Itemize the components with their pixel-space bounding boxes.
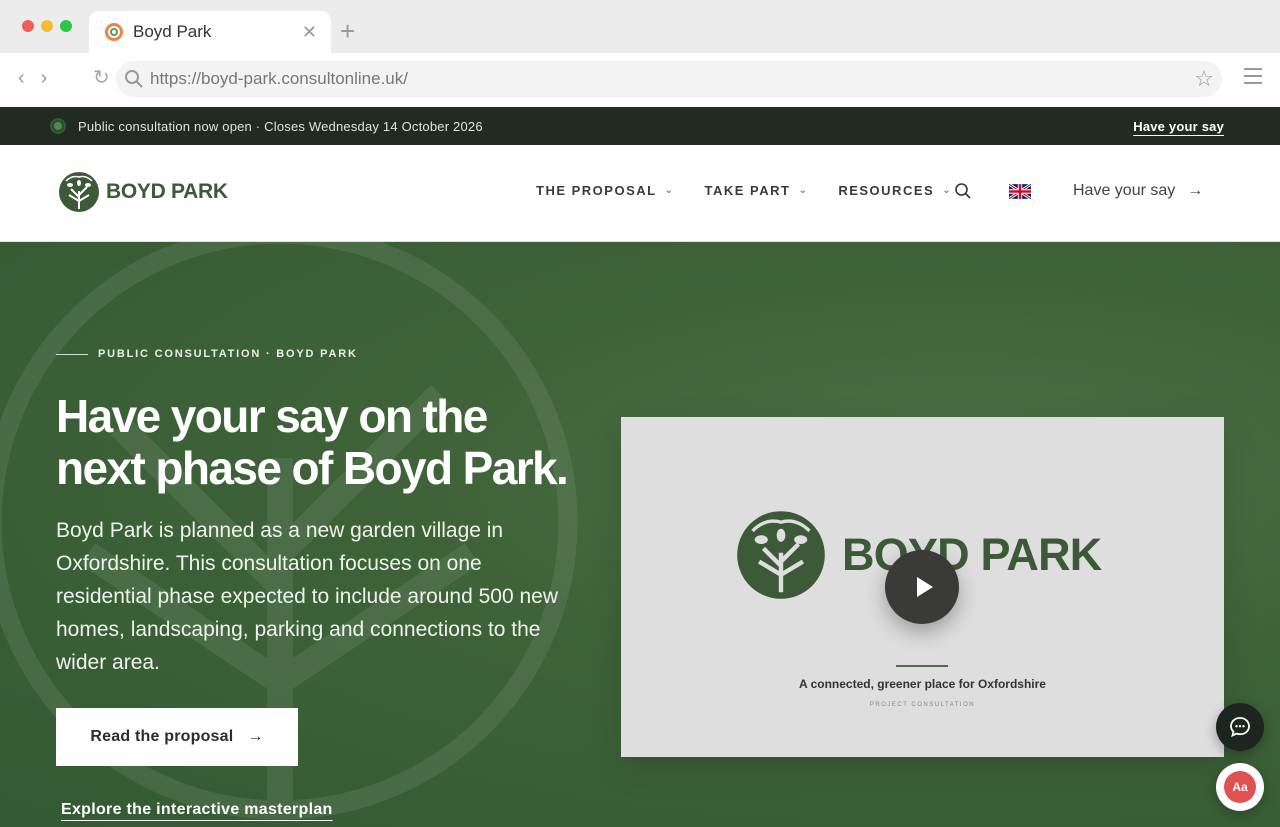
close-tab-icon[interactable]: ✕: [302, 22, 317, 43]
play-button[interactable]: [885, 550, 959, 624]
tab-title: Boyd Park: [133, 22, 212, 41]
video-divider: [896, 665, 948, 667]
window-controls: [22, 20, 72, 32]
chevron-down-icon: ⌄: [798, 185, 809, 196]
site-logo[interactable]: BOYD PARK: [58, 171, 228, 213]
search-icon: [125, 70, 143, 88]
new-tab-icon[interactable]: +: [340, 16, 355, 47]
announcement-cta-link[interactable]: Have your say: [1133, 119, 1224, 134]
main-nav: THE PROPOSAL ⌄ TAKE PART ⌄ RESOURCES ⌄: [536, 183, 952, 198]
url-text: https://boyd-park.consultonline.uk/: [150, 69, 408, 88]
nav-label: RESOURCES: [838, 183, 935, 198]
nav-label: THE PROPOSAL: [536, 183, 657, 198]
site-header: BOYD PARK THE PROPOSAL ⌄ TAKE PART ⌄ RESOU…: [0, 145, 1280, 242]
bookmark-star-icon[interactable]: ☆: [1194, 66, 1214, 92]
browser-menu-icon[interactable]: [1244, 68, 1262, 89]
nav-item-take-part[interactable]: TAKE PART ⌄: [704, 183, 808, 198]
eyebrow-rule: [56, 353, 88, 355]
chat-button[interactable]: [1216, 703, 1264, 751]
announcement-text: Public consultation now open · Closes We…: [78, 118, 483, 134]
logo-text: BOYD PARK: [106, 180, 228, 203]
masterplan-link[interactable]: Explore the interactive masterplan: [61, 801, 333, 819]
read-proposal-label: Read the proposal: [90, 728, 234, 745]
status-dot-icon: [52, 120, 64, 132]
hero-title-line1: Have your say on the: [56, 390, 488, 442]
hero-title-line2: next phase of Boyd Park.: [56, 442, 569, 494]
play-icon: [916, 577, 933, 597]
hero-title: Have your say on the next phase of Boyd …: [56, 390, 616, 494]
header-cta-label: Have your say: [1073, 182, 1176, 199]
browser-tab[interactable]: Boyd Park ✕: [89, 11, 331, 53]
video-player[interactable]: BOYD PARK A connected, greener place for…: [621, 417, 1224, 757]
forward-icon[interactable]: ›: [41, 67, 48, 90]
search-icon: [955, 183, 971, 199]
announcement-bar: Public consultation now open · Closes We…: [0, 107, 1280, 145]
nav-item-proposal[interactable]: THE PROPOSAL ⌄: [536, 183, 674, 198]
minimize-window-button[interactable]: [41, 20, 53, 32]
header-have-your-say-link[interactable]: Have your say →: [1073, 182, 1203, 200]
hero-eyebrow: PUBLIC CONSULTATION · BOYD PARK: [56, 348, 358, 360]
favicon-icon: [105, 23, 123, 41]
reload-icon[interactable]: ↻: [93, 65, 110, 90]
site-search-button[interactable]: [954, 182, 972, 205]
video-subtitle: PROJECT CONSULTATION: [869, 702, 976, 708]
maximize-window-button[interactable]: [60, 20, 72, 32]
video-tagline: A connected, greener place for Oxfordshi…: [799, 677, 1046, 691]
address-bar[interactable]: https://boyd-park.consultonline.uk/: [116, 61, 1222, 97]
tree-logo-icon: [59, 172, 99, 212]
read-proposal-button[interactable]: Read the proposal →: [56, 708, 298, 766]
tree-logo-icon: [737, 511, 825, 599]
uk-flag-icon[interactable]: [1009, 184, 1031, 199]
arrow-right-icon: →: [1187, 182, 1204, 199]
chat-bubble-icon: [1230, 717, 1250, 738]
hero-lead: Boyd Park is planned as a new garden vil…: [56, 519, 559, 674]
nav-item-resources[interactable]: RESOURCES ⌄: [838, 183, 952, 198]
accessibility-icon: Aa: [1224, 771, 1256, 803]
eyebrow-text: PUBLIC CONSULTATION · BOYD PARK: [98, 348, 358, 360]
browser-chrome: Boyd Park ✕ + ‹ › ↻ https://boyd-park.co…: [0, 0, 1280, 107]
browser-toolbar: ‹ › ↻ https://boyd-park.consultonline.uk…: [0, 53, 1280, 107]
nav-label: TAKE PART: [704, 183, 791, 198]
chevron-down-icon: ⌄: [942, 185, 953, 196]
arrow-right-icon: →: [247, 728, 264, 745]
video-logo-text: BOYD PARK: [842, 529, 1102, 580]
chevron-down-icon: ⌄: [664, 185, 675, 196]
back-icon[interactable]: ‹: [18, 67, 25, 90]
close-window-button[interactable]: [22, 20, 34, 32]
accessibility-button[interactable]: Aa: [1216, 763, 1264, 811]
hero-section: PUBLIC CONSULTATION · BOYD PARK Have you…: [0, 242, 1280, 827]
